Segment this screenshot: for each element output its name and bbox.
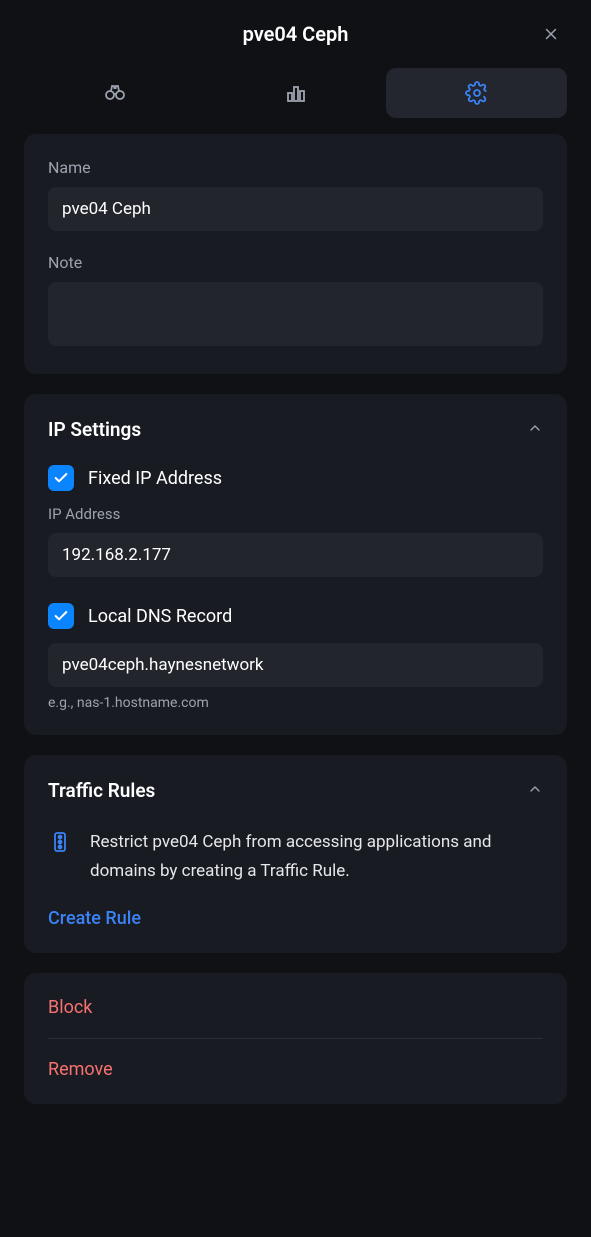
binoculars-icon xyxy=(103,81,127,105)
check-icon xyxy=(53,470,69,486)
traffic-rules-header[interactable]: Traffic Rules xyxy=(48,779,543,802)
tab-overview[interactable] xyxy=(24,68,205,118)
note-input[interactable] xyxy=(48,282,543,346)
traffic-rules-description: Restrict pve04 Ceph from accessing appli… xyxy=(90,828,543,886)
ip-address-label: IP Address xyxy=(48,505,543,523)
remove-button[interactable]: Remove xyxy=(48,1039,543,1100)
chevron-up-icon xyxy=(527,420,543,440)
tab-insights[interactable] xyxy=(205,68,386,118)
fixed-ip-label: Fixed IP Address xyxy=(88,468,222,489)
name-input[interactable] xyxy=(48,187,543,231)
check-icon xyxy=(53,608,69,624)
block-button[interactable]: Block xyxy=(48,977,543,1038)
traffic-rules-card: Traffic Rules Restrict pve04 Ceph from a… xyxy=(24,755,567,953)
local-dns-label: Local DNS Record xyxy=(88,606,232,627)
danger-card: Block Remove xyxy=(24,973,567,1104)
close-button[interactable] xyxy=(535,18,567,50)
ip-address-input[interactable] xyxy=(48,533,543,577)
traffic-rules-title: Traffic Rules xyxy=(48,779,155,802)
name-label: Name xyxy=(48,158,543,177)
gear-icon xyxy=(465,81,489,105)
page-title: pve04 Ceph xyxy=(243,22,349,46)
fixed-ip-checkbox[interactable] xyxy=(48,465,74,491)
ip-settings-title: IP Settings xyxy=(48,418,141,441)
chevron-up-icon xyxy=(527,781,543,801)
basic-card: Name Note xyxy=(24,134,567,374)
note-label: Note xyxy=(48,253,543,272)
create-rule-button[interactable]: Create Rule xyxy=(48,908,141,929)
traffic-icon xyxy=(48,830,72,858)
local-dns-checkbox[interactable] xyxy=(48,603,74,629)
dns-hint: e.g., nas-1.hostname.com xyxy=(48,695,543,711)
ip-settings-header[interactable]: IP Settings xyxy=(48,418,543,441)
tab-settings[interactable] xyxy=(386,68,567,118)
close-icon xyxy=(542,25,560,43)
bar-chart-icon xyxy=(284,81,308,105)
tab-bar xyxy=(0,68,591,134)
dns-record-input[interactable] xyxy=(48,643,543,687)
ip-settings-card: IP Settings Fixed IP Address IP Address … xyxy=(24,394,567,735)
